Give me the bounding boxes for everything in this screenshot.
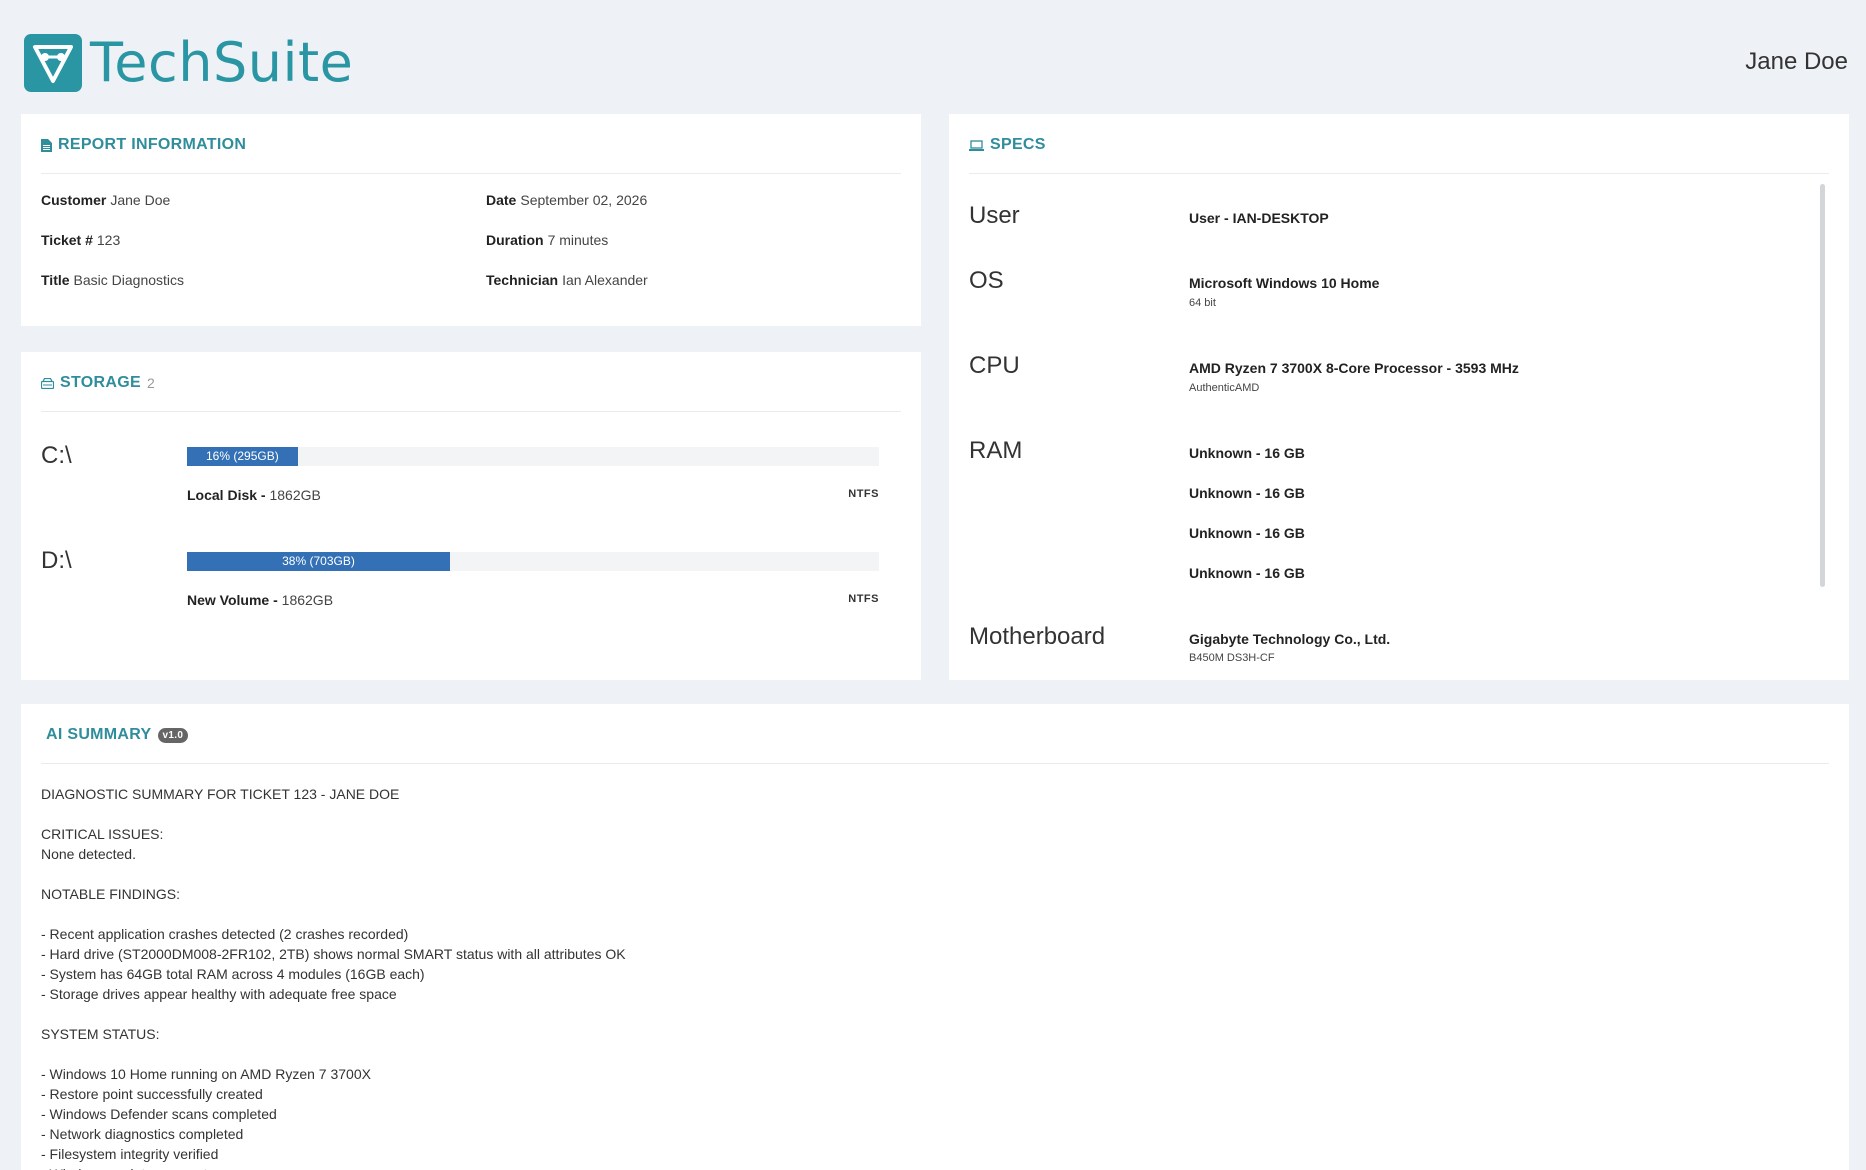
spec-value-ram: Unknown - 16 GB (1189, 525, 1305, 541)
report-information-heading: REPORT INFORMATION (41, 136, 246, 154)
drive-letter: C:\ (41, 442, 72, 469)
date-value: September 02, 2026 (520, 192, 648, 208)
logo-icon (24, 34, 82, 92)
technician-label: Technician (486, 272, 559, 288)
spec-key-motherboard: Motherboard (969, 623, 1106, 650)
specs-scrollbar[interactable] (1820, 184, 1825, 587)
ai-summary-title: AI SUMMARY (46, 726, 152, 743)
spec-sub-cpu: AuthenticAMD (1189, 382, 1260, 394)
drive-filesystem: NTFS (848, 488, 879, 500)
spec-value-ram: Unknown - 16 GB (1189, 485, 1305, 501)
spec-sub-motherboard: B450M DS3H-CF (1189, 652, 1275, 664)
storage-count: 2 (146, 375, 156, 391)
ai-summary-card: AI SUMMARY v1.0 DIAGNOSTIC SUMMARY FOR T… (21, 704, 1849, 1170)
storage-card: STORAGE 2 C:\ 16% (295GB) Local Disk - 1… (21, 352, 921, 680)
ticket-field: Ticket #123 (41, 232, 120, 248)
spec-key-os: OS (969, 267, 1004, 294)
spec-value-user: User - IAN-DESKTOP (1189, 210, 1329, 226)
drive-size: 1862GB (269, 487, 321, 503)
ai-summary-heading: AI SUMMARY v1.0 (46, 726, 189, 744)
user-menu[interactable]: Jane Doe (1745, 48, 1848, 76)
specs-heading: SPECS (969, 136, 1046, 154)
ai-summary-text: DIAGNOSTIC SUMMARY FOR TICKET 123 - JANE… (41, 786, 626, 1170)
date-label: Date (486, 192, 517, 208)
divider (41, 173, 901, 174)
spec-value-ram: Unknown - 16 GB (1189, 565, 1305, 581)
version-badge: v1.0 (157, 727, 189, 743)
brand-name: TechSuite (90, 31, 354, 94)
duration-value: 7 minutes (547, 232, 609, 248)
techsuite-logo[interactable]: TechSuite (24, 34, 353, 92)
spec-value-cpu: AMD Ryzen 7 3700X 8-Core Processor - 359… (1189, 360, 1519, 376)
title-field: Title Basic Diagnostics (41, 272, 184, 288)
drive-usage-bar: 38% (703GB) (187, 552, 879, 571)
customer-label: Customer (41, 192, 107, 208)
drive-filesystem: NTFS (848, 593, 879, 605)
storage-title: STORAGE (60, 374, 141, 391)
ticket-value: 123 (96, 232, 121, 248)
drive-usage-fill: 38% (703GB) (187, 552, 450, 571)
divider (969, 173, 1829, 174)
divider (41, 763, 1829, 764)
title-label: Title (41, 272, 70, 288)
divider (41, 411, 901, 412)
app-header: TechSuite Jane Doe (0, 0, 1866, 112)
drive-name: New Volume - (187, 592, 278, 608)
spec-key-ram: RAM (969, 437, 1023, 464)
drive-label: New Volume - 1862GB (187, 592, 333, 608)
drive-size: 1862GB (281, 592, 334, 608)
spec-key-cpu: CPU (969, 352, 1020, 379)
drive-usage-fill: 16% (295GB) (187, 447, 298, 466)
document-icon (41, 138, 52, 152)
drive-name: Local Disk - (187, 487, 266, 503)
customer-value: Jane Doe (110, 192, 171, 208)
date-field: Date September 02, 2026 (486, 192, 647, 208)
technician-value: Ian Alexander (562, 272, 648, 288)
report-information-title: REPORT INFORMATION (58, 136, 247, 153)
specs-title: SPECS (990, 136, 1046, 153)
spec-value-ram: Unknown - 16 GB (1189, 445, 1305, 461)
duration-label: Duration (486, 232, 544, 248)
spec-value-os: Microsoft Windows 10 Home (1189, 275, 1380, 291)
drive-letter: D:\ (41, 547, 72, 574)
duration-field: Duration 7 minutes (486, 232, 608, 248)
hard-drive-icon (41, 377, 54, 389)
ticket-label: Ticket # (41, 232, 93, 248)
customer-field: Customer Jane Doe (41, 192, 170, 208)
drive-usage-bar: 16% (295GB) (187, 447, 879, 466)
storage-heading: STORAGE 2 (41, 374, 155, 392)
spec-value-motherboard: Gigabyte Technology Co., Ltd. (1189, 631, 1391, 647)
title-value: Basic Diagnostics (73, 272, 185, 288)
technician-field: Technician Ian Alexander (486, 272, 648, 288)
spec-sub-os: 64 bit (1189, 297, 1216, 309)
report-information-card: REPORT INFORMATION Customer Jane Doe Tick… (21, 114, 921, 326)
drive-label: Local Disk - 1862GB (187, 487, 321, 503)
specs-card: SPECS User User - IAN-DESKTOP OS Microso… (949, 114, 1849, 680)
laptop-icon (969, 139, 984, 151)
spec-key-user: User (969, 202, 1020, 229)
